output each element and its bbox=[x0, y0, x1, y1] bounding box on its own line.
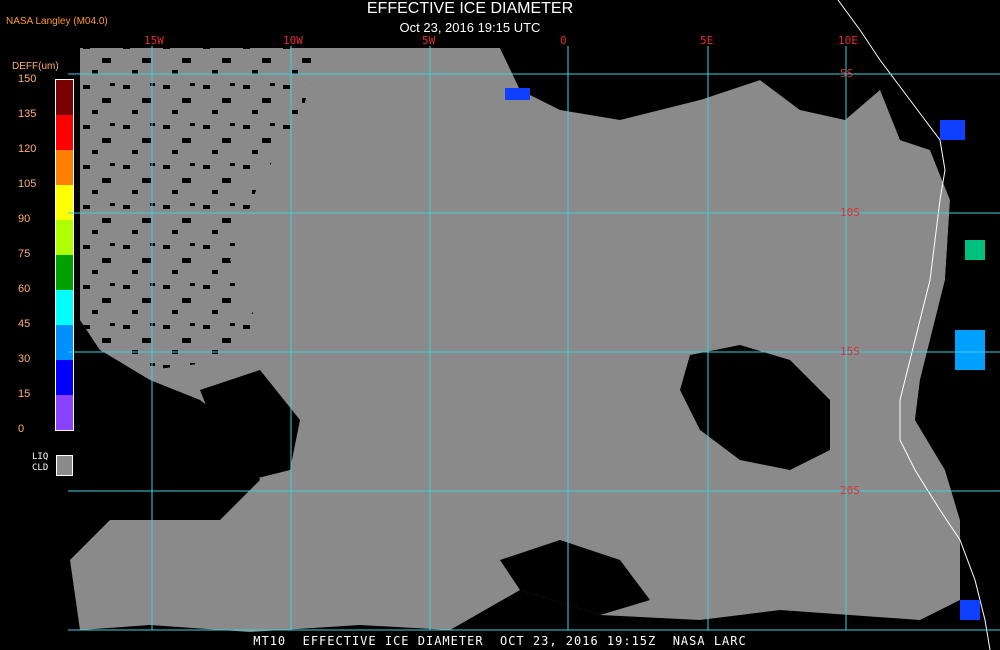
latitude-label: 20S bbox=[840, 484, 860, 497]
longitude-label: 5E bbox=[700, 34, 714, 47]
longitude-label: 5W bbox=[422, 34, 436, 47]
longitude-label: 0 bbox=[560, 34, 567, 47]
longitude-label: 10W bbox=[283, 34, 303, 47]
satellite-map bbox=[68, 0, 1000, 650]
longitude-label: 15W bbox=[144, 34, 164, 47]
longitude-label: 10E bbox=[838, 34, 858, 47]
latitude-label: 10S bbox=[840, 206, 860, 219]
latitude-label: 5S bbox=[840, 67, 854, 80]
latitude-label: 15S bbox=[840, 345, 860, 358]
footer-caption: MT10 EFFECTIVE ICE DIAMETER OCT 23, 2016… bbox=[253, 634, 747, 648]
